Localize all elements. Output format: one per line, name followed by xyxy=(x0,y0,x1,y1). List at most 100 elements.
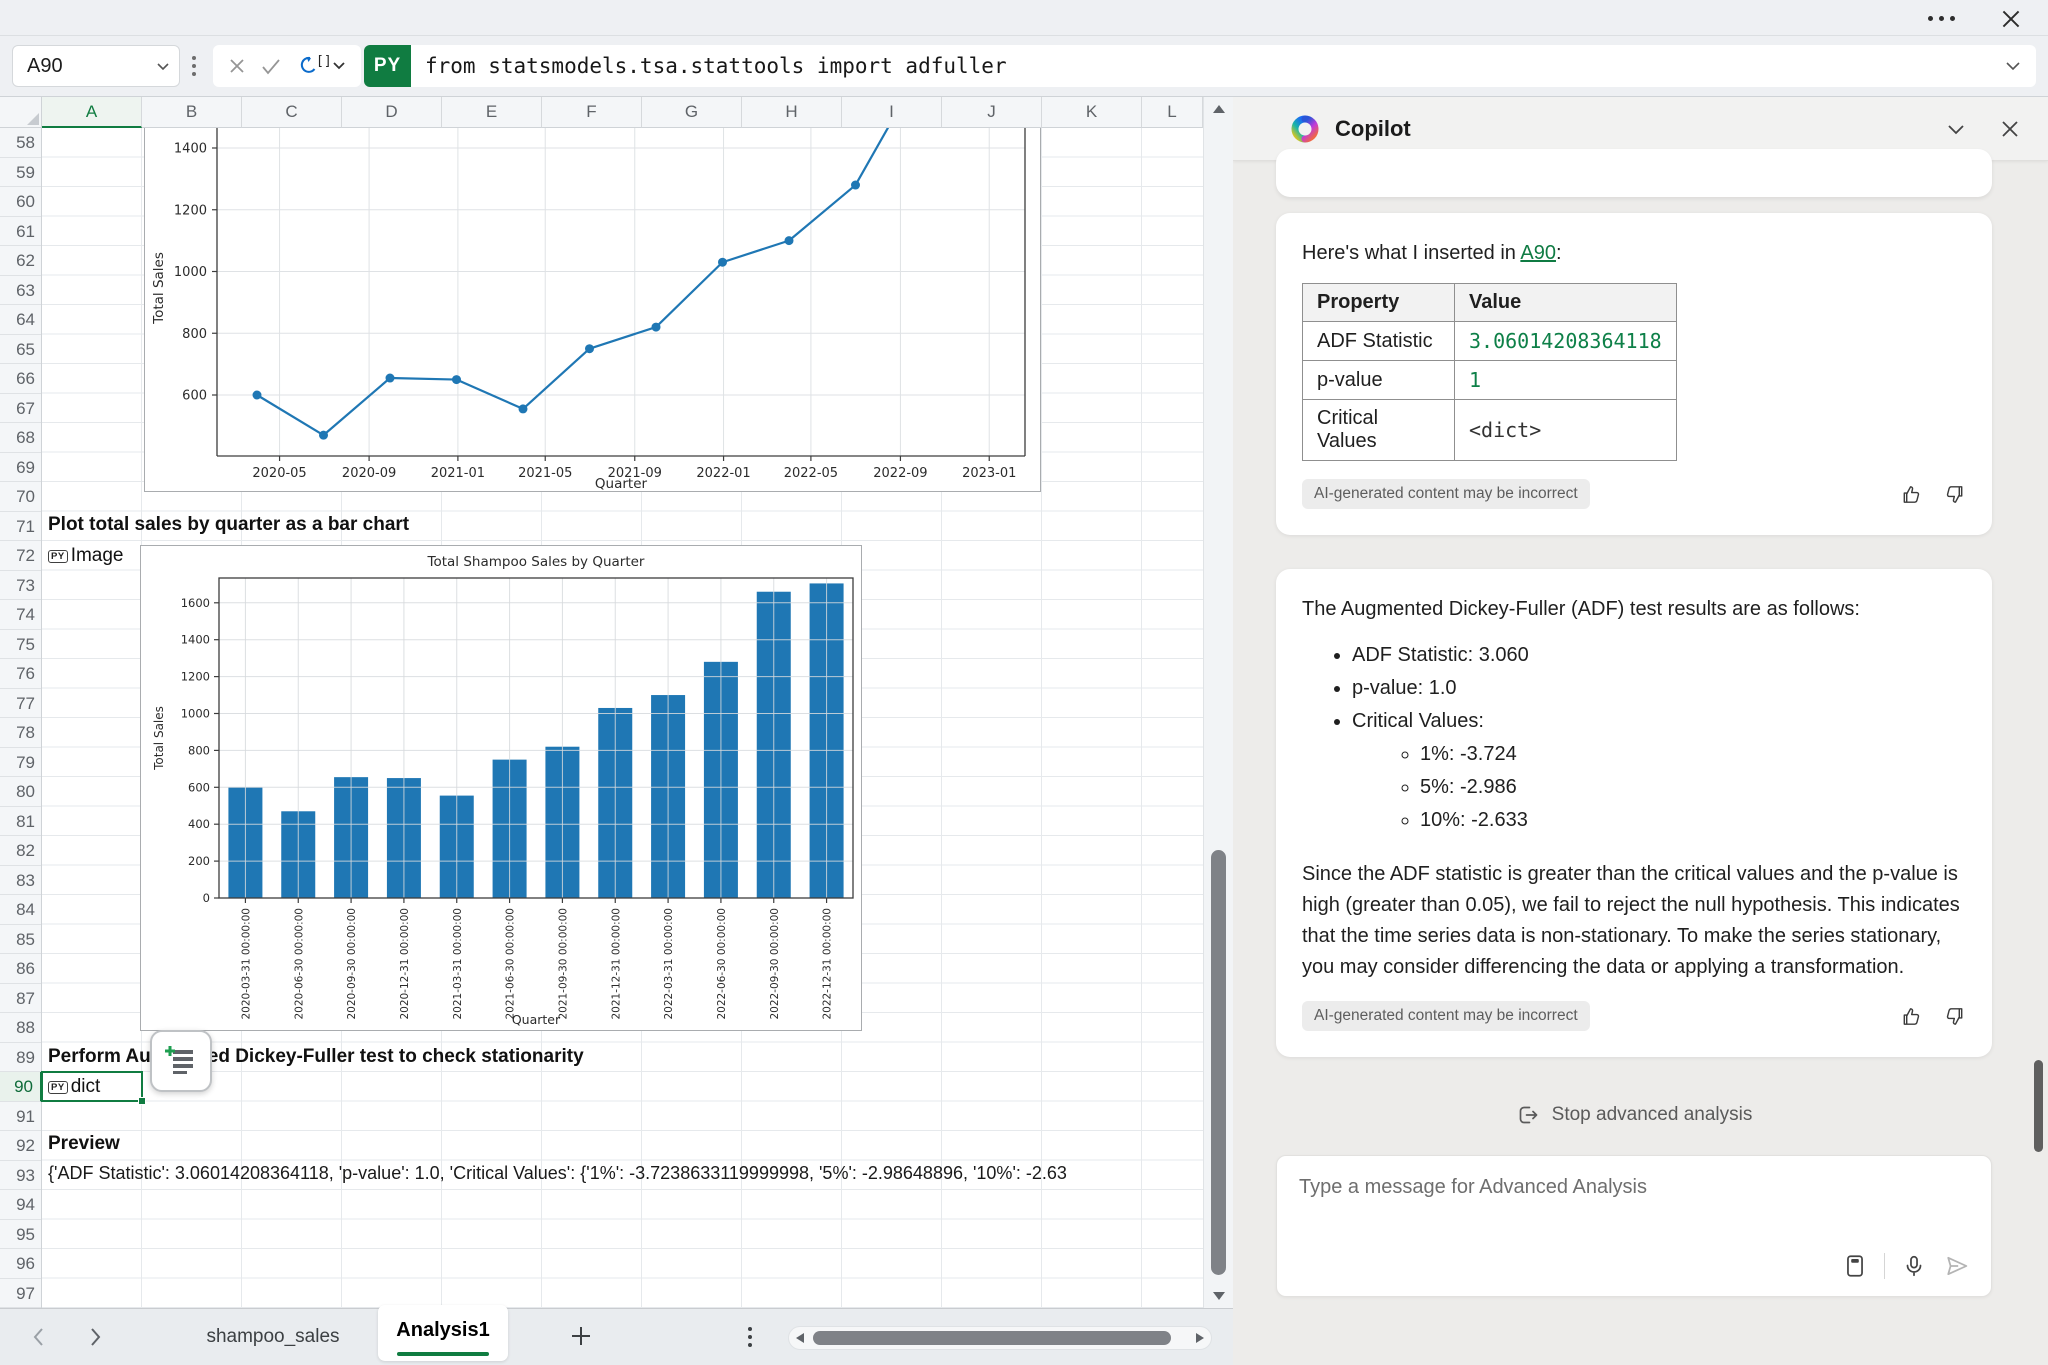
sheet-options-icon[interactable] xyxy=(748,1327,752,1347)
horizontal-scroll-thumb[interactable] xyxy=(813,1331,1171,1345)
sheet-tab-analysis1[interactable]: Analysis1 xyxy=(378,1305,508,1361)
thumbs-down-icon[interactable] xyxy=(1943,1005,1966,1028)
column-header-g[interactable]: G xyxy=(642,97,742,128)
prev-sheet-icon[interactable] xyxy=(28,1325,50,1349)
row-header-68[interactable]: 68 xyxy=(0,423,42,453)
selected-cell-a90[interactable]: PYdict xyxy=(41,1071,143,1102)
row-header-90[interactable]: 90 xyxy=(0,1072,42,1102)
collapse-panel-icon[interactable] xyxy=(1944,117,1968,141)
line-chart-object[interactable]: 6008001000120014002020-052020-092021-012… xyxy=(144,128,1041,492)
row-header-64[interactable]: 64 xyxy=(0,305,42,335)
thumbs-down-icon[interactable] xyxy=(1943,483,1966,506)
row-header-83[interactable]: 83 xyxy=(0,866,42,896)
name-box[interactable]: A90 xyxy=(12,45,180,87)
row-header-73[interactable]: 73 xyxy=(0,571,42,601)
expand-formula-bar-icon[interactable] xyxy=(2004,58,2022,74)
row-header-72[interactable]: 72 xyxy=(0,541,42,571)
chevron-down-icon[interactable] xyxy=(155,58,171,74)
column-header-b[interactable]: B xyxy=(142,97,242,128)
thumbs-up-icon[interactable] xyxy=(1900,1005,1923,1028)
scroll-right-icon[interactable] xyxy=(1196,1333,1204,1343)
scroll-up-icon[interactable] xyxy=(1213,105,1225,113)
cell-a71-text[interactable]: Plot total sales by quarter as a bar cha… xyxy=(48,514,409,536)
scroll-left-icon[interactable] xyxy=(796,1333,804,1343)
cell-a92-text[interactable]: Preview xyxy=(48,1133,120,1155)
send-icon[interactable] xyxy=(1943,1252,1971,1280)
column-header-c[interactable]: C xyxy=(242,97,342,128)
cell-a93-text[interactable]: {'ADF Statistic': 3.06014208364118, 'p-v… xyxy=(48,1163,1200,1184)
row-header-65[interactable]: 65 xyxy=(0,335,42,365)
row-header-81[interactable]: 81 xyxy=(0,807,42,837)
row-header-95[interactable]: 95 xyxy=(0,1220,42,1250)
more-options-icon[interactable] xyxy=(1928,16,1955,21)
formula-bar-grip-icon[interactable] xyxy=(192,56,196,76)
row-header-71[interactable]: 71 xyxy=(0,512,42,542)
row-header-87[interactable]: 87 xyxy=(0,984,42,1014)
row-header-77[interactable]: 77 xyxy=(0,689,42,719)
column-header-l[interactable]: L xyxy=(1142,97,1203,128)
insert-data-button[interactable] xyxy=(150,1030,212,1092)
next-sheet-icon[interactable] xyxy=(84,1325,106,1349)
row-header-70[interactable]: 70 xyxy=(0,482,42,512)
row-header-74[interactable]: 74 xyxy=(0,600,42,630)
prompt-guide-icon[interactable] xyxy=(1842,1253,1868,1279)
row-header-93[interactable]: 93 xyxy=(0,1161,42,1191)
python-convert-icon[interactable]: [] xyxy=(296,53,348,79)
row-header-89[interactable]: 89 xyxy=(0,1043,42,1073)
row-header-94[interactable]: 94 xyxy=(0,1190,42,1220)
row-header-92[interactable]: 92 xyxy=(0,1131,42,1161)
row-header-91[interactable]: 91 xyxy=(0,1102,42,1132)
column-header-j[interactable]: J xyxy=(942,97,1042,128)
row-header-96[interactable]: 96 xyxy=(0,1249,42,1279)
cell-reference-link[interactable]: A90 xyxy=(1520,242,1556,264)
column-header-k[interactable]: K xyxy=(1042,97,1142,128)
sheet-vertical-scrollbar[interactable] xyxy=(1203,97,1233,1308)
row-header-82[interactable]: 82 xyxy=(0,836,42,866)
row-header-76[interactable]: 76 xyxy=(0,659,42,689)
cell-a72-text[interactable]: PYImage xyxy=(48,545,124,567)
copilot-message-input[interactable]: Type a message for Advanced Analysis xyxy=(1276,1155,1992,1297)
row-header-69[interactable]: 69 xyxy=(0,453,42,483)
row-header-62[interactable]: 62 xyxy=(0,246,42,276)
sheet-tab-shampoo-sales[interactable]: shampoo_sales xyxy=(178,1309,368,1365)
row-header-97[interactable]: 97 xyxy=(0,1279,42,1309)
vertical-scroll-thumb[interactable] xyxy=(1211,850,1226,1275)
row-header-58[interactable]: 58 xyxy=(0,128,42,158)
row-header-67[interactable]: 67 xyxy=(0,394,42,424)
select-all-corner[interactable] xyxy=(0,97,42,128)
row-header-61[interactable]: 61 xyxy=(0,217,42,247)
column-header-i[interactable]: I xyxy=(842,97,942,128)
microphone-icon[interactable] xyxy=(1901,1253,1927,1279)
column-header-h[interactable]: H xyxy=(742,97,842,128)
row-header-63[interactable]: 63 xyxy=(0,276,42,306)
enter-icon[interactable] xyxy=(260,56,282,76)
row-header-78[interactable]: 78 xyxy=(0,718,42,748)
close-panel-icon[interactable] xyxy=(1998,117,2022,141)
sheet-horizontal-scrollbar[interactable] xyxy=(788,1326,1212,1350)
row-header-86[interactable]: 86 xyxy=(0,954,42,984)
column-header-d[interactable]: D xyxy=(342,97,442,128)
row-header-75[interactable]: 75 xyxy=(0,630,42,660)
row-header-79[interactable]: 79 xyxy=(0,748,42,778)
thumbs-up-icon[interactable] xyxy=(1900,483,1923,506)
row-header-85[interactable]: 85 xyxy=(0,925,42,955)
row-header-66[interactable]: 66 xyxy=(0,364,42,394)
stop-advanced-analysis-button[interactable]: Stop advanced analysis xyxy=(1276,1103,1992,1127)
close-icon[interactable] xyxy=(1998,6,2024,32)
column-header-a[interactable]: A xyxy=(42,97,142,128)
panel-scroll-thumb[interactable] xyxy=(2034,1060,2043,1152)
add-sheet-icon[interactable] xyxy=(568,1323,594,1349)
formula-input[interactable]: PY from statsmodels.tsa.stattools import… xyxy=(364,45,2036,87)
row-header-59[interactable]: 59 xyxy=(0,158,42,188)
column-header-e[interactable]: E xyxy=(442,97,542,128)
cancel-icon[interactable] xyxy=(227,56,247,76)
cell-a89-text[interactable]: Perform Augmented Dickey-Fuller test to … xyxy=(48,1046,584,1068)
scroll-down-icon[interactable] xyxy=(1213,1292,1225,1300)
bar-chart-object[interactable]: Total Shampoo Sales by Quarter0200400600… xyxy=(140,545,862,1031)
row-header-84[interactable]: 84 xyxy=(0,895,42,925)
row-header-80[interactable]: 80 xyxy=(0,777,42,807)
row-header-88[interactable]: 88 xyxy=(0,1013,42,1043)
column-header-f[interactable]: F xyxy=(542,97,642,128)
fill-handle[interactable] xyxy=(138,1097,146,1105)
row-header-60[interactable]: 60 xyxy=(0,187,42,217)
